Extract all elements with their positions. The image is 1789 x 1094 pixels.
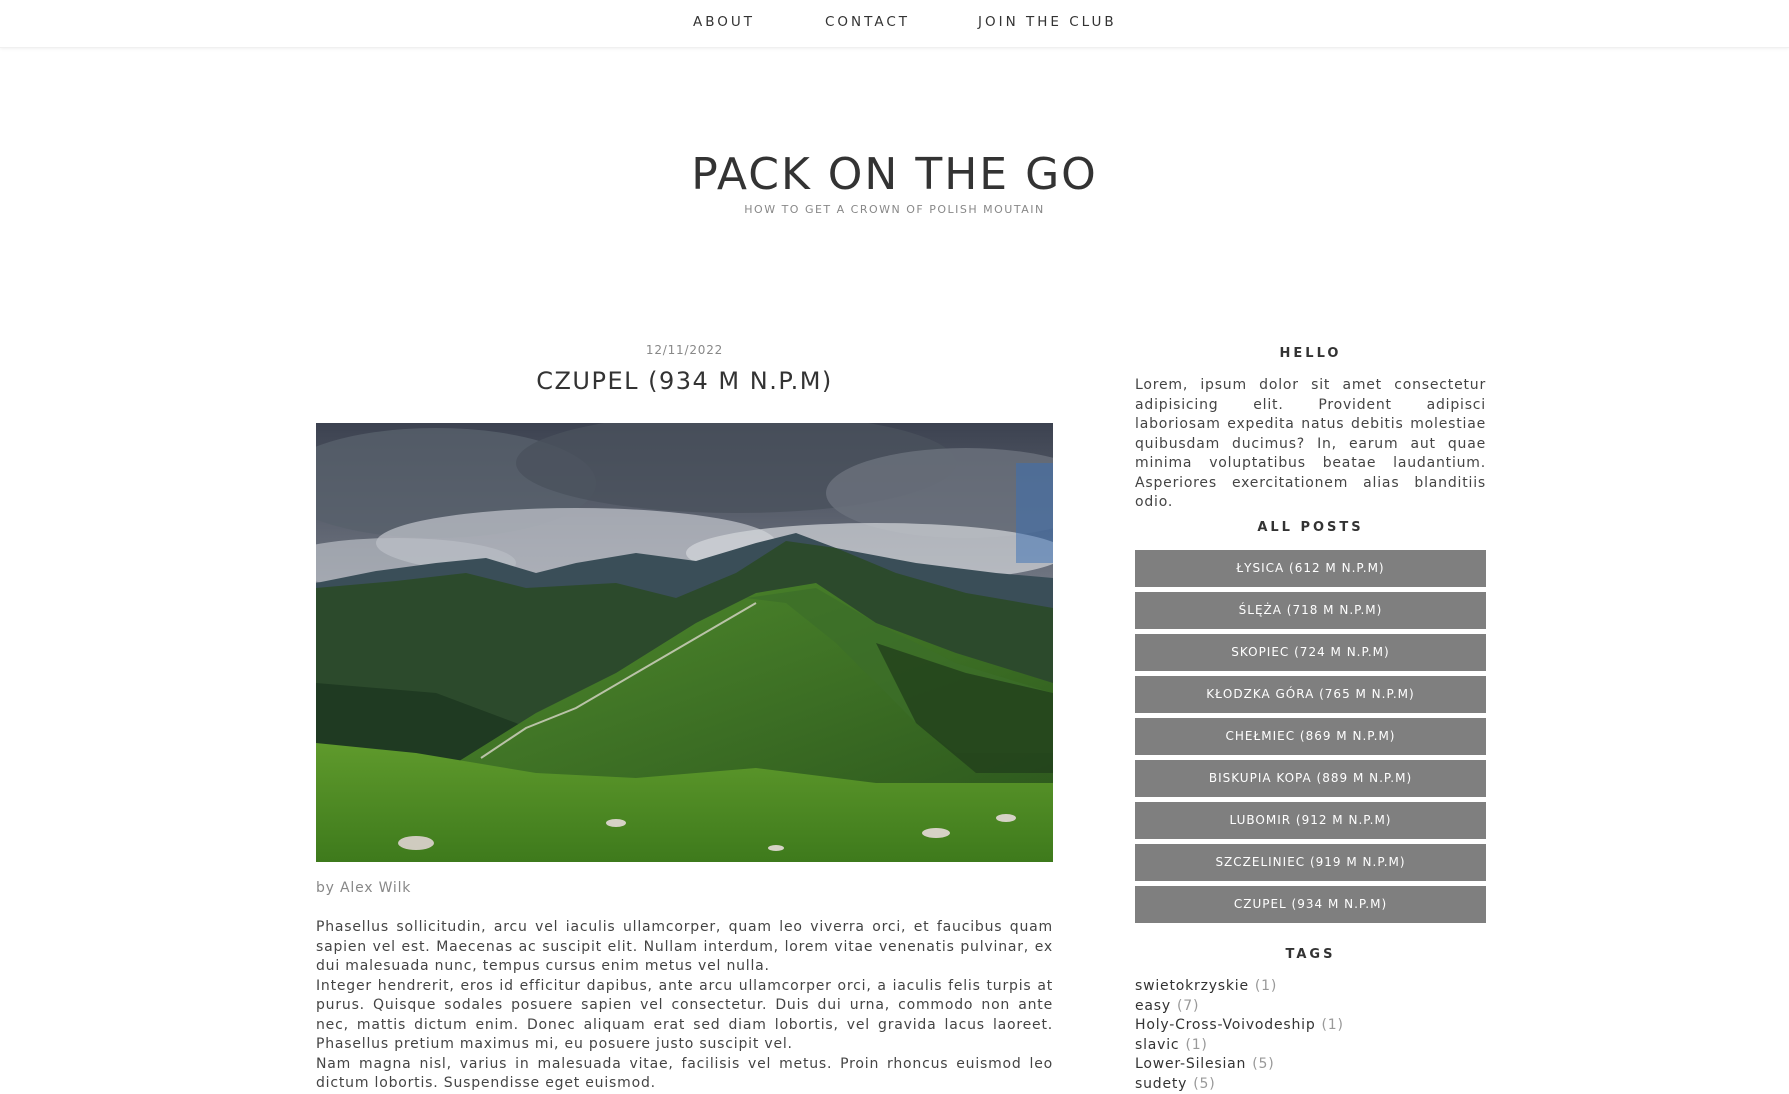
post-link-skopiec[interactable]: SKOPIEC (724 M N.P.M) bbox=[1135, 634, 1486, 671]
post-paragraph: Phasellus sollicitudin, arcu vel iaculis… bbox=[316, 918, 1053, 977]
tag-item: swietokrzyskie (1) bbox=[1135, 977, 1486, 997]
tag-link[interactable]: swietokrzyskie bbox=[1135, 978, 1249, 994]
all-posts-list: ŁYSICA (612 M N.P.M) ŚLĘŻA (718 M N.P.M)… bbox=[1135, 550, 1486, 928]
tag-count: (1) bbox=[1322, 1017, 1344, 1033]
nav-join-club-link[interactable]: JOIN THE CLUB bbox=[978, 14, 1117, 30]
post-author: by Alex Wilk bbox=[316, 880, 411, 896]
post-link-lubomir[interactable]: LUBOMIR (912 M N.P.M) bbox=[1135, 802, 1486, 839]
post-link-czupel[interactable]: CZUPEL (934 M N.P.M) bbox=[1135, 886, 1486, 923]
tag-count: (7) bbox=[1177, 998, 1199, 1014]
tag-count: (5) bbox=[1252, 1056, 1274, 1072]
post-date: 12/11/2022 bbox=[316, 343, 1053, 357]
tag-item: sudety (5) bbox=[1135, 1075, 1486, 1094]
tags-heading: TAGS bbox=[1135, 947, 1486, 962]
post-paragraph: Nam magna nisl, varius in malesuada vita… bbox=[316, 1055, 1053, 1094]
post-body: Phasellus sollicitudin, arcu vel iaculis… bbox=[316, 918, 1053, 1094]
post-link-lysica[interactable]: ŁYSICA (612 M N.P.M) bbox=[1135, 550, 1486, 587]
post-link-szczeliniec[interactable]: SZCZELINIEC (919 M N.P.M) bbox=[1135, 844, 1486, 881]
hello-text: Lorem, ipsum dolor sit amet consectetur … bbox=[1135, 376, 1486, 513]
post-link-klodzka-gora[interactable]: KŁODZKA GÓRA (765 M N.P.M) bbox=[1135, 676, 1486, 713]
tag-link[interactable]: Holy-Cross-Voivodeship bbox=[1135, 1017, 1316, 1033]
tags-list: swietokrzyskie (1) easy (7) Holy-Cross-Voi… bbox=[1135, 977, 1486, 1094]
all-posts-heading: ALL POSTS bbox=[1135, 520, 1486, 535]
tag-item: slavic (1) bbox=[1135, 1036, 1486, 1056]
post-link-sleza[interactable]: ŚLĘŻA (718 M N.P.M) bbox=[1135, 592, 1486, 629]
nav-about-link[interactable]: ABOUT bbox=[693, 14, 755, 30]
tag-count: (1) bbox=[1185, 1037, 1207, 1053]
tag-link[interactable]: slavic bbox=[1135, 1037, 1179, 1053]
nav-contact-link[interactable]: CONTACT bbox=[825, 14, 910, 30]
post-link-chelmiec[interactable]: CHEŁMIEC (869 M N.P.M) bbox=[1135, 718, 1486, 755]
tag-link[interactable]: easy bbox=[1135, 998, 1171, 1014]
tag-count: (1) bbox=[1255, 978, 1277, 994]
post-link-biskupia-kopa[interactable]: BISKUPIA KOPA (889 M N.P.M) bbox=[1135, 760, 1486, 797]
tag-link[interactable]: Lower-Silesian bbox=[1135, 1056, 1246, 1072]
post-paragraph: Integer hendrerit, eros id efficitur dap… bbox=[316, 977, 1053, 1055]
tag-count: (5) bbox=[1193, 1076, 1215, 1092]
post-hero-image bbox=[316, 423, 1053, 862]
post-title: CZUPEL (934 M N.P.M) bbox=[316, 364, 1053, 398]
site-subtitle: HOW TO GET A CROWN OF POLISH MOUTAIN bbox=[0, 203, 1789, 216]
site-title[interactable]: PACK ON THE GO bbox=[0, 145, 1789, 205]
tag-item: easy (7) bbox=[1135, 997, 1486, 1017]
top-nav: ABOUT CONTACT JOIN THE CLUB bbox=[0, 0, 1789, 48]
hello-heading: HELLO bbox=[1135, 346, 1486, 361]
tag-item: Lower-Silesian (5) bbox=[1135, 1055, 1486, 1075]
tag-link[interactable]: sudety bbox=[1135, 1076, 1187, 1092]
tag-item: Holy-Cross-Voivodeship (1) bbox=[1135, 1016, 1486, 1036]
